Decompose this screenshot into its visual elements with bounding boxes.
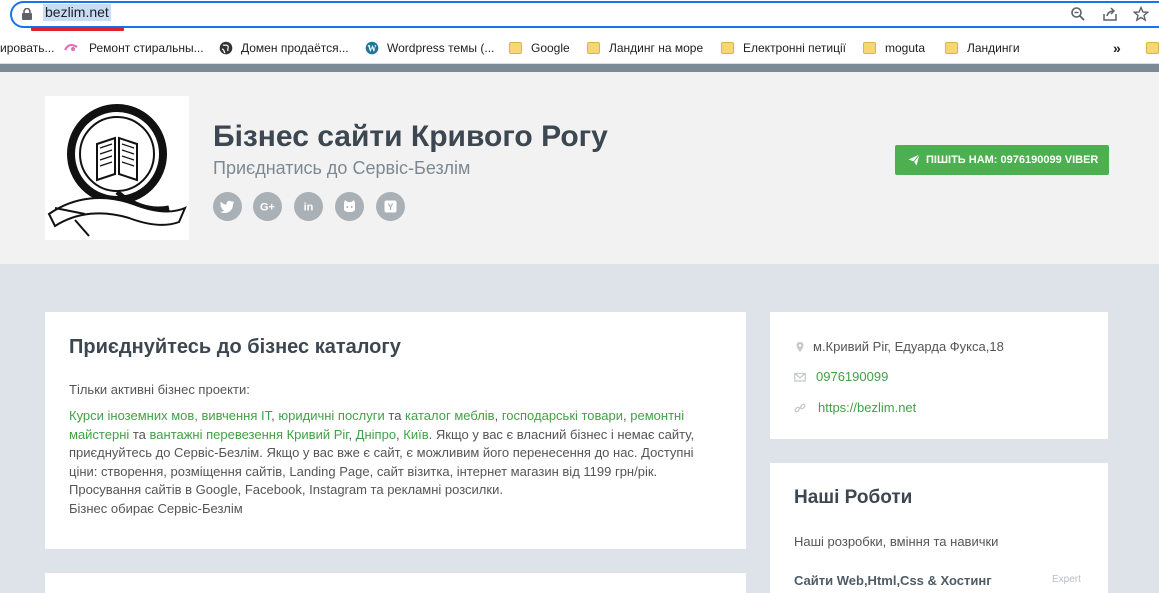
svg-text:G+: G+: [260, 202, 275, 214]
folder-icon: [1146, 42, 1159, 54]
zoom-icon[interactable]: [1070, 6, 1086, 22]
folder-icon: [721, 42, 734, 54]
bookmarks-bar: ировать... Ремонт стиральны... Домен про…: [0, 32, 1159, 64]
link-courses[interactable]: Курси іноземних мов, вивчення ІТ: [69, 408, 271, 423]
link-icon: [794, 403, 806, 413]
bookmark-star-icon[interactable]: [1133, 6, 1149, 22]
link-dnipro[interactable]: Дніпро: [356, 427, 396, 442]
site-top-strip: [0, 64, 1159, 72]
washer-favicon-icon: [64, 44, 78, 51]
yandex-icon: Y: [384, 200, 397, 213]
site-title[interactable]: Бізнес сайти Кривого Рогу: [213, 120, 608, 154]
address-bar[interactable]: [10, 1, 1159, 28]
folder-icon: [863, 42, 876, 54]
lock-icon[interactable]: [22, 8, 32, 20]
github-button[interactable]: [335, 192, 364, 221]
google-plus-icon: G+: [260, 202, 275, 214]
share-icon[interactable]: [1102, 6, 1118, 22]
link-legal[interactable]: юридичні послуги: [278, 408, 384, 423]
linkedin-button[interactable]: in: [294, 192, 323, 221]
site-header: Бізнес сайти Кривого Рогу Приєднатись до…: [0, 72, 1159, 264]
browser-toolbar: bezlim.net: [0, 0, 1159, 32]
site-subtitle: Приєднатись до Сервіс-Безлім: [213, 158, 471, 178]
linkedin-icon: in: [304, 202, 314, 214]
link-furniture[interactable]: каталог меблів: [405, 408, 495, 423]
next-card: [45, 573, 746, 593]
bookmarks-overflow-button[interactable]: »: [1113, 38, 1121, 58]
link-kyiv[interactable]: Київ: [403, 427, 428, 442]
skill-level: Expert: [1052, 574, 1081, 585]
svg-text:in: in: [304, 202, 314, 214]
catalog-card: Приєднуйтесь до бізнес каталогу Тільки а…: [45, 312, 746, 549]
works-title: Наші Роботи: [794, 487, 913, 508]
folder-icon: [587, 42, 600, 54]
envelope-icon: [794, 372, 806, 382]
book-emblem-icon: [47, 104, 187, 237]
yandex-button[interactable]: Y: [376, 192, 405, 221]
works-description: Наші розробки, вміння та навички: [794, 534, 999, 549]
catalog-intro: Тільки активні бізнес проекти:: [69, 382, 250, 397]
wordpress-icon: W: [365, 41, 379, 55]
twitter-icon: [219, 200, 235, 214]
site-logo[interactable]: [45, 96, 189, 240]
catalog-closing: Бізнес обирає Сервіс-Безлім: [69, 500, 243, 516]
map-marker-icon: [796, 342, 804, 352]
send-icon: [908, 154, 920, 166]
skill-name: Сайти Web,Html,Css & Хостинг: [794, 573, 992, 588]
twitter-button[interactable]: [213, 192, 242, 221]
svg-text:W: W: [368, 44, 377, 54]
catalog-description: Курси іноземних мов, вивчення ІТ, юридич…: [69, 408, 695, 516]
url-text[interactable]: bezlim.net: [43, 4, 111, 21]
viber-contact-button[interactable]: ПІШІТЬ НАМ: 0976190099 VIBER: [895, 145, 1109, 175]
link-cargo[interactable]: вантажні перевезення Кривий Ріг: [150, 427, 349, 442]
svg-text:Y: Y: [387, 202, 393, 212]
folder-icon: [509, 42, 522, 54]
folder-icon: [945, 42, 958, 54]
url-underline-mark: [31, 27, 124, 31]
google-plus-button[interactable]: G+: [253, 192, 282, 221]
contact-card: м.Кривий Ріг, Едуарда Фукса,18 097619009…: [770, 312, 1108, 439]
globe-icon: [219, 41, 233, 55]
github-icon: [344, 200, 355, 212]
catalog-title: Приєднуйтесь до бізнес каталогу: [69, 336, 401, 358]
works-card: Наші Роботи Наші розробки, вміння та нав…: [770, 463, 1108, 593]
link-household[interactable]: господарські товари: [502, 408, 623, 423]
